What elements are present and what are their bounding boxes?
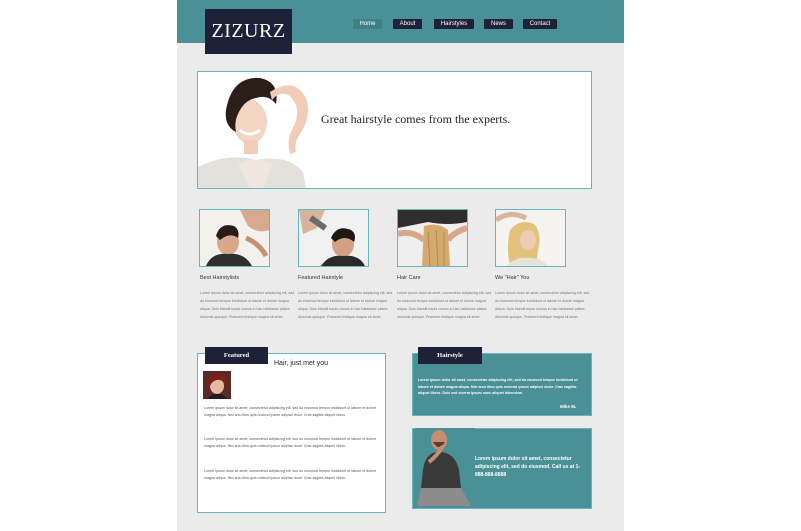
nav-contact[interactable]: Contact xyxy=(523,19,557,29)
testimonial-quote: Lorem ipsum dolor sit amet, consectetur … xyxy=(418,378,578,395)
contact-text[interactable]: Lorem ipsum dolor sit amet, consectetur … xyxy=(475,455,585,479)
nav-hairstyles[interactable]: Hairstyles xyxy=(434,19,474,29)
nav-home[interactable]: Home xyxy=(353,19,382,29)
column-text: Lorem ipsum dolor sit amet, consectetur … xyxy=(298,291,393,319)
column-title[interactable]: Best Hairstylists xyxy=(200,275,239,281)
column-title[interactable]: Featured Hairstyle xyxy=(298,275,343,281)
featured-paragraph: Lorem ipsum dolor sit amet, consectetur … xyxy=(204,437,377,448)
column-text: Lorem ipsum dolor sit amet, consectetur … xyxy=(495,291,590,319)
site-logo[interactable]: ZIZURZ xyxy=(205,9,292,54)
nav-news[interactable]: News xyxy=(484,19,513,29)
featured-tag: Featured xyxy=(205,347,268,364)
column-text: Lorem ipsum dolor sit amet, consectetur … xyxy=(397,291,492,319)
hero-woman-photo xyxy=(198,72,316,188)
thumb-featured-hairstyle[interactable] xyxy=(298,209,369,267)
featured-paragraph: Lorem ipsum dolor sit amet, consectetur … xyxy=(204,469,377,480)
featured-title[interactable]: Hair, just met you xyxy=(274,360,328,367)
hero-tagline: Great hairstyle comes from the experts. xyxy=(321,112,511,126)
thumb-we-hair-you[interactable] xyxy=(495,209,566,267)
thumb-best-hairstylists[interactable] xyxy=(199,209,270,267)
column-title[interactable]: Hair Care xyxy=(397,275,421,281)
nav-about[interactable]: About xyxy=(393,19,422,29)
featured-paragraph: Lorem ipsum dolor sit amet, consectetur … xyxy=(204,406,377,417)
featured-avatar xyxy=(203,371,231,399)
bald-man-photo xyxy=(415,428,475,506)
testimonial-author: Mike M. xyxy=(560,404,577,409)
column-title[interactable]: We "Hair" You xyxy=(495,275,529,281)
column-text: Lorem ipsum dolor sit amet, consectetur … xyxy=(200,291,295,319)
hero-banner: Great hairstyle comes from the experts. xyxy=(197,71,592,189)
thumb-hair-care[interactable] xyxy=(397,209,468,267)
hairstyle-tag: Hairstyle xyxy=(418,347,482,364)
